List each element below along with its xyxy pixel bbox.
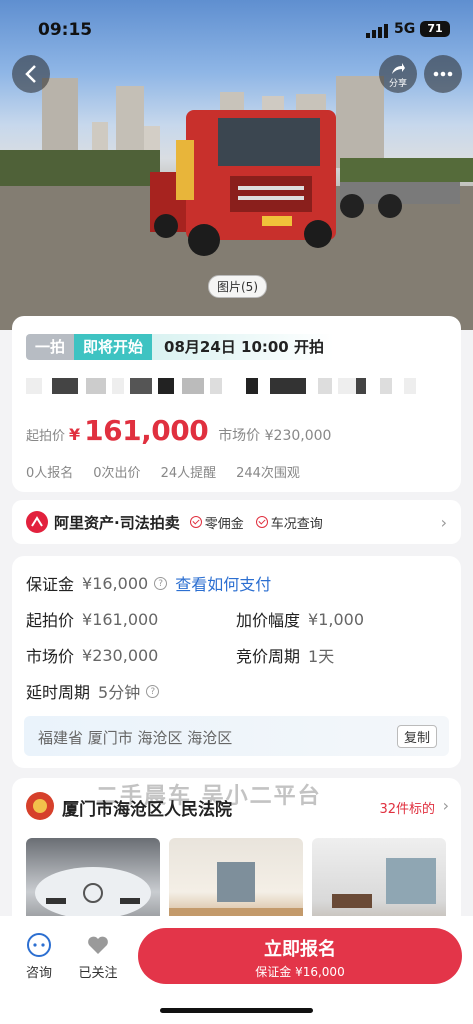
increment-row: 加价幅度 ¥1,000: [236, 607, 364, 631]
detail-start-price-value: ¥161,000: [82, 609, 159, 629]
court-emblem-icon: [26, 792, 54, 820]
delay-label: 延时周期: [26, 683, 91, 702]
room-thumbnail: [169, 862, 303, 928]
bid-cycle-row: 竞价周期 1天: [236, 643, 334, 667]
help-icon[interactable]: ?: [146, 684, 160, 698]
battery-icon: 71: [420, 21, 450, 37]
round-tag: 一拍: [26, 334, 75, 360]
platform-name: 阿里资产·司法拍卖: [54, 513, 180, 532]
chevron-right-icon: ›: [442, 796, 449, 815]
listing-thumb-car[interactable]: [26, 838, 160, 928]
share-label: 分享: [388, 79, 407, 89]
start-price-label: 起拍价: [26, 429, 66, 444]
more-button[interactable]: [424, 55, 462, 93]
address-text: 福建省 厦门市 海沧区 海沧区: [38, 729, 233, 747]
auction-details-card: 保证金 ¥16,000 ? 查看如何支付 起拍价 ¥161,000 加价幅度 ¥…: [12, 556, 461, 768]
status-tag: 即将开始: [74, 334, 153, 360]
follow-button[interactable]: 已关注: [73, 932, 123, 981]
auction-summary-card: 一拍 即将开始 08月24日 10:00 开拍 起拍价 ¥ 161,000 市场…: [12, 316, 461, 492]
deposit-row: 保证金 ¥16,000 ? 查看如何支付: [26, 571, 271, 595]
stat-registrations: 0人报名: [26, 466, 74, 481]
bottom-action-bar: 咨询 已关注 立即报名 保证金 ¥16,000: [0, 916, 473, 1024]
status-time: 09:15: [38, 20, 93, 40]
market-price-row: 市场价 ¥230,000: [26, 643, 158, 667]
listing-thumb-room-2[interactable]: [312, 838, 446, 928]
share-button[interactable]: 分享: [379, 55, 417, 93]
badge-label: 车况查询: [270, 516, 323, 532]
chat-bot-icon: [27, 933, 51, 957]
badge-zero-commission: 零佣金: [189, 513, 244, 532]
deposit-label: 保证金: [26, 575, 75, 594]
register-now-label: 立即报名: [264, 939, 336, 960]
stat-bids: 0次出价: [93, 466, 141, 481]
auction-stats: 0人报名 0次出价 24人提醒 244次围观: [26, 462, 300, 481]
currency-symbol: ¥: [69, 425, 81, 444]
how-to-pay-link[interactable]: 查看如何支付: [175, 571, 271, 595]
signal-icon: [366, 24, 388, 38]
stat-reminders: 24人提醒: [160, 466, 217, 481]
copy-address-button[interactable]: 复制: [396, 725, 437, 748]
start-price-value: 161,000: [84, 414, 209, 447]
help-icon[interactable]: ?: [154, 576, 168, 590]
back-button[interactable]: [12, 55, 50, 93]
network-label: 5G: [394, 21, 416, 37]
court-name: 厦门市海沧区人民法院: [62, 800, 232, 820]
check-circle-icon: [255, 516, 268, 528]
increment-label: 加价幅度: [236, 611, 301, 630]
court-card[interactable]: 二手晨车 吴小二平台 厦门市海沧区人民法院 32件标的 ›: [12, 778, 461, 928]
detail-start-price-label: 起拍价: [26, 611, 75, 630]
redacted-title: [26, 378, 416, 394]
address-bar: 福建省 厦门市 海沧区 海沧区 复制: [24, 716, 449, 756]
more-icon: [433, 71, 453, 77]
share-icon: [392, 63, 405, 74]
check-circle-icon: [189, 516, 202, 528]
stat-views: 244次围观: [236, 466, 300, 481]
chevron-right-icon: ›: [440, 512, 447, 532]
photo-count-badge[interactable]: 图片(5): [208, 275, 267, 298]
badge-label: 零佣金: [204, 516, 244, 532]
badge-vehicle-check: 车况查询: [255, 513, 323, 532]
delay-row: 延时周期 5分钟 ?: [26, 679, 160, 703]
detail-market-price-value: ¥230,000: [82, 645, 159, 665]
car-thumbnail: [35, 867, 151, 919]
chevron-left-icon: [25, 65, 36, 83]
ali-assets-logo-icon: [26, 511, 48, 533]
delay-value: 5分钟: [98, 683, 141, 702]
increment-value: ¥1,000: [308, 609, 364, 629]
status-bar: 09:15 5G 71: [0, 0, 473, 46]
register-deposit-label: 保证金 ¥16,000: [255, 965, 345, 979]
start-time: 08月24日 10:00 开拍: [152, 334, 334, 360]
deposit-value: ¥16,000: [82, 573, 149, 593]
bid-cycle-label: 竞价周期: [236, 647, 301, 666]
detail-market-price-label: 市场价: [26, 647, 75, 666]
listing-thumb-room-1[interactable]: [169, 838, 303, 928]
home-indicator: [160, 1008, 313, 1013]
hero-photo[interactable]: 09:15 5G 71 分享 图片(5): [0, 0, 473, 330]
room-thumbnail: [332, 858, 436, 908]
market-price: 市场价 ¥230,000: [218, 428, 332, 444]
auction-tags: 一拍 即将开始 08月24日 10:00 开拍: [26, 334, 334, 360]
register-now-button[interactable]: 立即报名 保证金 ¥16,000: [138, 928, 462, 984]
platform-bar[interactable]: 阿里资产·司法拍卖 零佣金 车况查询 ›: [12, 500, 461, 544]
consult-button[interactable]: 咨询: [14, 932, 64, 981]
bid-cycle-value: 1天: [308, 647, 335, 666]
heart-icon: [88, 936, 108, 954]
court-listing-count[interactable]: 32件标的: [379, 798, 435, 817]
consult-label: 咨询: [25, 966, 52, 981]
price-row: 起拍价 ¥ 161,000 市场价 ¥230,000: [26, 414, 331, 447]
follow-label: 已关注: [78, 966, 118, 981]
start-price-row: 起拍价 ¥161,000: [26, 607, 158, 631]
